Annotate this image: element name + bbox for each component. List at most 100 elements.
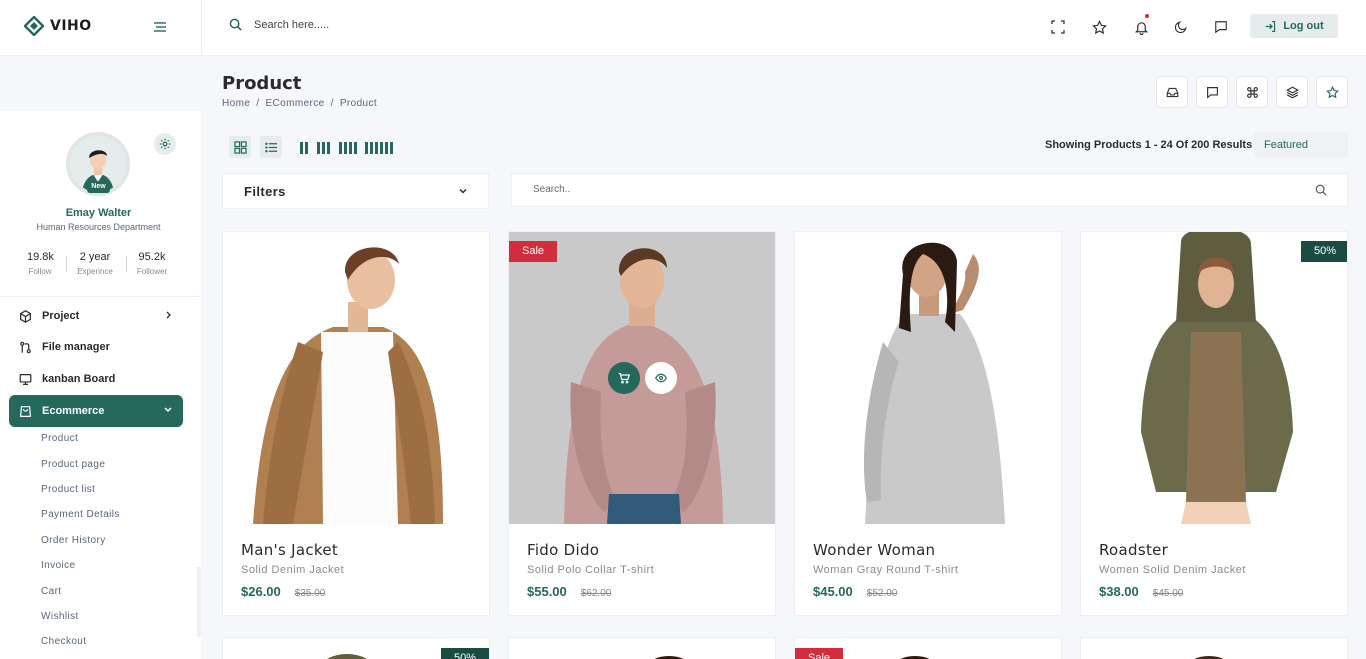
stat-divider [66, 256, 67, 272]
product-card[interactable]: Sale [794, 637, 1062, 659]
stat-divider [126, 256, 127, 272]
sidebar-item-label: Project [42, 310, 80, 322]
logo-text: VIHO [50, 18, 92, 34]
header-search [229, 18, 554, 31]
stat-experience: 2 year Experince [74, 251, 116, 276]
header-search-input[interactable] [254, 18, 554, 31]
sidebar-item-project[interactable]: Project [9, 301, 183, 331]
product-image[interactable] [223, 232, 489, 524]
profile-card: New Emay Walter Human Resources Departme… [0, 111, 201, 297]
product-price-row: $45.00 $52.00 [813, 584, 958, 599]
git-pull-request-icon [20, 341, 31, 353]
chevron-right-icon [166, 311, 171, 319]
breadcrumb-ecommerce[interactable]: ECommerce [265, 98, 324, 109]
product-name[interactable]: Roadster [1099, 541, 1246, 559]
star-bookmark-button[interactable] [1316, 76, 1348, 108]
sale-ribbon: Sale [509, 241, 558, 262]
profile-name[interactable]: Emay Walter [0, 207, 197, 219]
logout-button[interactable]: Log out [1250, 14, 1338, 38]
layers-icon [1285, 86, 1299, 98]
showing-results-text: Showing Products 1 - 24 Of 200 Results [1045, 139, 1253, 151]
log-in-icon [1265, 20, 1276, 32]
subnav-item-product-list[interactable]: Product list [41, 484, 95, 495]
product-card[interactable]: Wonder Woman Woman Gray Round T-shirt $4… [794, 231, 1062, 616]
product-old-price: $52.00 [866, 588, 898, 599]
product-image[interactable]: 50% [1081, 232, 1347, 524]
chat-bookmark-button[interactable] [1196, 76, 1228, 108]
dark-mode-moon-icon[interactable] [1171, 17, 1191, 37]
subnav-item-product[interactable]: Product [41, 433, 78, 444]
sidebar-item-kanban-board[interactable]: kanban Board [9, 364, 183, 394]
product-card[interactable]: Sale Fido Dido Solid Polo Collar T-shirt… [508, 231, 776, 616]
subnav-item-wishlist[interactable]: Wishlist [41, 611, 79, 622]
shopping-cart-icon [618, 372, 630, 384]
add-to-cart-button[interactable] [608, 362, 640, 394]
stat-label: Experince [77, 267, 113, 276]
top-header: VIHO Log out [0, 0, 1366, 56]
sort-select[interactable]: Featured [1254, 132, 1348, 158]
product-price: $55.00 [527, 584, 567, 599]
list-view-button[interactable] [260, 136, 282, 158]
three-column-layout-button[interactable] [317, 142, 330, 154]
stat-label: Follow [28, 267, 52, 276]
four-column-layout-button[interactable] [339, 142, 357, 154]
notification-bell-icon[interactable] [1131, 14, 1151, 37]
product-image[interactable]: Sale [509, 232, 775, 524]
product-name[interactable]: Wonder Woman [813, 541, 958, 559]
breadcrumb-home[interactable]: Home [222, 98, 250, 109]
product-old-price: $62.00 [580, 588, 612, 599]
eye-icon [655, 373, 667, 383]
sidebar-item-label: kanban Board [42, 373, 116, 385]
product-card[interactable]: 50% [222, 637, 490, 659]
subnav-item-payment-details[interactable]: Payment Details [41, 509, 120, 520]
logo[interactable]: VIHO [24, 16, 92, 36]
product-image[interactable] [795, 232, 1061, 524]
subnav-item-invoice[interactable]: Invoice [41, 560, 76, 571]
quick-view-button[interactable] [645, 362, 677, 394]
product-search [511, 173, 1348, 207]
chevron-down-icon [459, 188, 467, 194]
grid-view-button[interactable] [229, 136, 251, 158]
settings-gear-icon[interactable] [154, 133, 176, 155]
notification-dot [1145, 14, 1149, 18]
search-icon[interactable] [1315, 184, 1327, 196]
product-card[interactable]: Man's Jacket Solid Denim Jacket $26.00 $… [222, 231, 490, 616]
message-square-icon [1206, 86, 1218, 99]
filters-dropdown[interactable]: Filters [222, 173, 489, 209]
inbox-bookmark-button[interactable] [1156, 76, 1188, 108]
subnav-item-checkout[interactable]: Checkout [41, 636, 86, 647]
product-search-input[interactable] [533, 184, 1233, 195]
star-icon[interactable] [1089, 17, 1109, 37]
product-name[interactable]: Fido Dido [527, 541, 654, 559]
product-info: Wonder Woman Woman Gray Round T-shirt $4… [813, 541, 958, 599]
layers-bookmark-button[interactable] [1276, 76, 1308, 108]
subnav-item-order-history[interactable]: Order History [41, 535, 106, 546]
discount-ribbon: 50% [1300, 241, 1347, 262]
menu-toggle-icon[interactable] [151, 18, 169, 36]
sidebar-item-ecommerce[interactable]: Ecommerce [9, 395, 183, 427]
discount-ribbon: 50% [440, 648, 489, 659]
stat-follower: 95.2k Follower [135, 251, 169, 276]
product-card[interactable] [508, 637, 776, 659]
sidebar-item-file-manager[interactable]: File manager [9, 332, 183, 362]
subnav-item-cart[interactable]: Cart [41, 586, 62, 597]
star-icon [1325, 85, 1339, 98]
new-badge: New [87, 181, 110, 193]
stat-follow: 19.8k Follow [27, 251, 54, 276]
monitor-icon [19, 373, 32, 385]
product-image[interactable] [1081, 638, 1348, 659]
product-card[interactable]: 50% Roadster Women Solid Denim Jacket $3… [1080, 231, 1348, 616]
product-card[interactable] [1080, 637, 1348, 659]
product-name[interactable]: Man's Jacket [241, 541, 344, 559]
product-image[interactable] [509, 638, 776, 659]
list-icon [264, 142, 277, 152]
two-column-layout-button[interactable] [300, 142, 308, 154]
message-square-icon[interactable] [1211, 17, 1231, 37]
sidebar-scrollbar[interactable] [197, 567, 201, 637]
six-column-layout-button[interactable] [365, 142, 393, 154]
profile-department: Human Resources Department [36, 222, 161, 232]
product-description: Women Solid Denim Jacket [1099, 564, 1246, 576]
subnav-item-product-page[interactable]: Product page [41, 459, 105, 470]
fullscreen-icon[interactable] [1048, 17, 1068, 37]
command-bookmark-button[interactable] [1236, 76, 1268, 108]
